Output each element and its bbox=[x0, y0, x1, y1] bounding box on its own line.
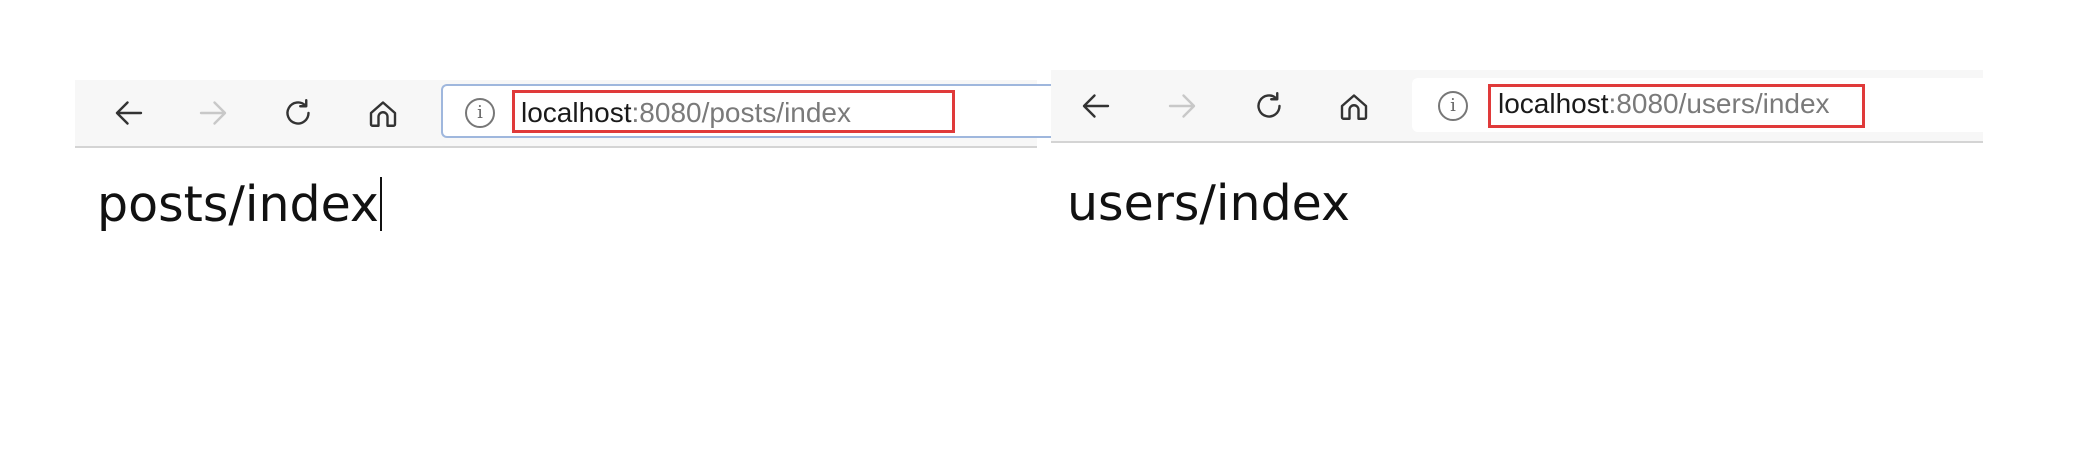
info-icon[interactable]: i bbox=[465, 98, 495, 128]
left-browser-window: i localhost:8080/posts/index posts/index bbox=[75, 80, 1061, 260]
page-text: posts/index bbox=[97, 176, 379, 233]
page-text: users/index bbox=[1067, 175, 1350, 232]
back-button[interactable] bbox=[1072, 82, 1120, 130]
refresh-button[interactable] bbox=[1245, 82, 1293, 130]
page-content: users/index bbox=[1051, 143, 1983, 232]
arrow-right-icon bbox=[1168, 94, 1196, 118]
info-icon[interactable]: i bbox=[1438, 91, 1468, 121]
url-highlight-box bbox=[1488, 84, 1865, 128]
screenshot-canvas: i localhost:8080/posts/index posts/index bbox=[0, 0, 2080, 471]
refresh-icon bbox=[286, 99, 310, 125]
home-icon bbox=[369, 101, 397, 127]
arrow-left-icon bbox=[115, 101, 143, 125]
left-toolbar: i localhost:8080/posts/index bbox=[75, 80, 1061, 148]
back-button[interactable] bbox=[105, 89, 153, 137]
forward-button[interactable] bbox=[1158, 82, 1206, 130]
refresh-button[interactable] bbox=[274, 89, 322, 137]
right-toolbar: i localhost:8080/users/index bbox=[1051, 70, 2012, 143]
url-highlight-box bbox=[512, 90, 955, 133]
home-button[interactable] bbox=[359, 89, 407, 137]
arrow-right-icon bbox=[199, 101, 227, 125]
forward-button[interactable] bbox=[189, 89, 237, 137]
home-button[interactable] bbox=[1330, 82, 1378, 130]
right-browser-window: i localhost:8080/users/index users/index bbox=[1051, 70, 2012, 250]
page-content: posts/index bbox=[75, 148, 1037, 233]
refresh-icon bbox=[1257, 92, 1281, 118]
text-caret bbox=[379, 177, 382, 231]
home-icon bbox=[1340, 94, 1368, 120]
arrow-left-icon bbox=[1082, 94, 1110, 118]
